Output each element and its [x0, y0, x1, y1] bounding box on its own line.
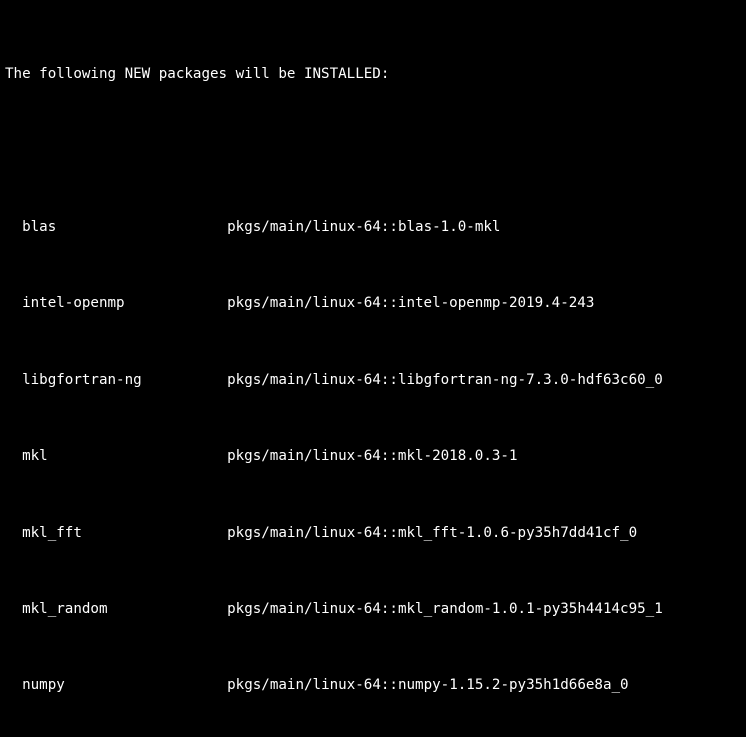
- package-pad: [82, 525, 227, 541]
- package-pad: [125, 295, 228, 311]
- terminal-screen: The following NEW packages will be INSTA…: [5, 8, 746, 737]
- package-indent: [5, 219, 22, 235]
- package-row: mkl pkgs/main/linux-64::mkl-2018.0.3-1: [5, 447, 746, 466]
- package-spec: pkgs/main/linux-64::libgfortran-ng-7.3.0…: [227, 371, 663, 388]
- package-indent: [5, 448, 22, 464]
- package-row: blas pkgs/main/linux-64::blas-1.0-mkl: [5, 218, 746, 237]
- package-pad: [56, 219, 227, 235]
- terminal-window[interactable]: The following NEW packages will be INSTA…: [0, 0, 746, 737]
- package-spec: pkgs/main/linux-64::mkl-2018.0.3-1: [227, 448, 518, 465]
- package-name: libgfortran-ng: [22, 371, 142, 388]
- package-name: blas: [22, 219, 57, 236]
- package-pad: [108, 601, 228, 617]
- package-indent: [5, 525, 22, 541]
- package-spec: pkgs/main/linux-64::mkl_fft-1.0.6-py35h7…: [227, 524, 638, 541]
- package-row: mkl_fft pkgs/main/linux-64::mkl_fft-1.0.…: [5, 524, 746, 543]
- package-row: numpy pkgs/main/linux-64::numpy-1.15.2-p…: [5, 676, 746, 695]
- package-name: mkl_fft: [22, 524, 82, 541]
- package-row: mkl_random pkgs/main/linux-64::mkl_rando…: [5, 600, 746, 619]
- package-spec: pkgs/main/linux-64::numpy-1.15.2-py35h1d…: [227, 677, 629, 694]
- package-row: intel-openmp pkgs/main/linux-64::intel-o…: [5, 294, 746, 313]
- package-spec: pkgs/main/linux-64::blas-1.0-mkl: [227, 219, 501, 236]
- package-name: mkl: [22, 448, 48, 465]
- package-pad: [48, 448, 227, 464]
- package-indent: [5, 295, 22, 311]
- package-indent: [5, 372, 22, 388]
- package-pad: [142, 372, 227, 388]
- package-indent: [5, 677, 22, 693]
- package-pad: [65, 677, 227, 693]
- package-name: numpy: [22, 677, 65, 694]
- package-name: intel-openmp: [22, 295, 125, 312]
- install-notice-line: The following NEW packages will be INSTA…: [5, 65, 746, 84]
- package-name: mkl_random: [22, 600, 108, 617]
- package-spec: pkgs/main/linux-64::mkl_random-1.0.1-py3…: [227, 600, 663, 617]
- package-indent: [5, 601, 22, 617]
- install-notice-text: The following NEW packages will be INSTA…: [5, 66, 390, 83]
- package-spec: pkgs/main/linux-64::intel-openmp-2019.4-…: [227, 295, 595, 312]
- package-row: libgfortran-ng pkgs/main/linux-64::libgf…: [5, 371, 746, 390]
